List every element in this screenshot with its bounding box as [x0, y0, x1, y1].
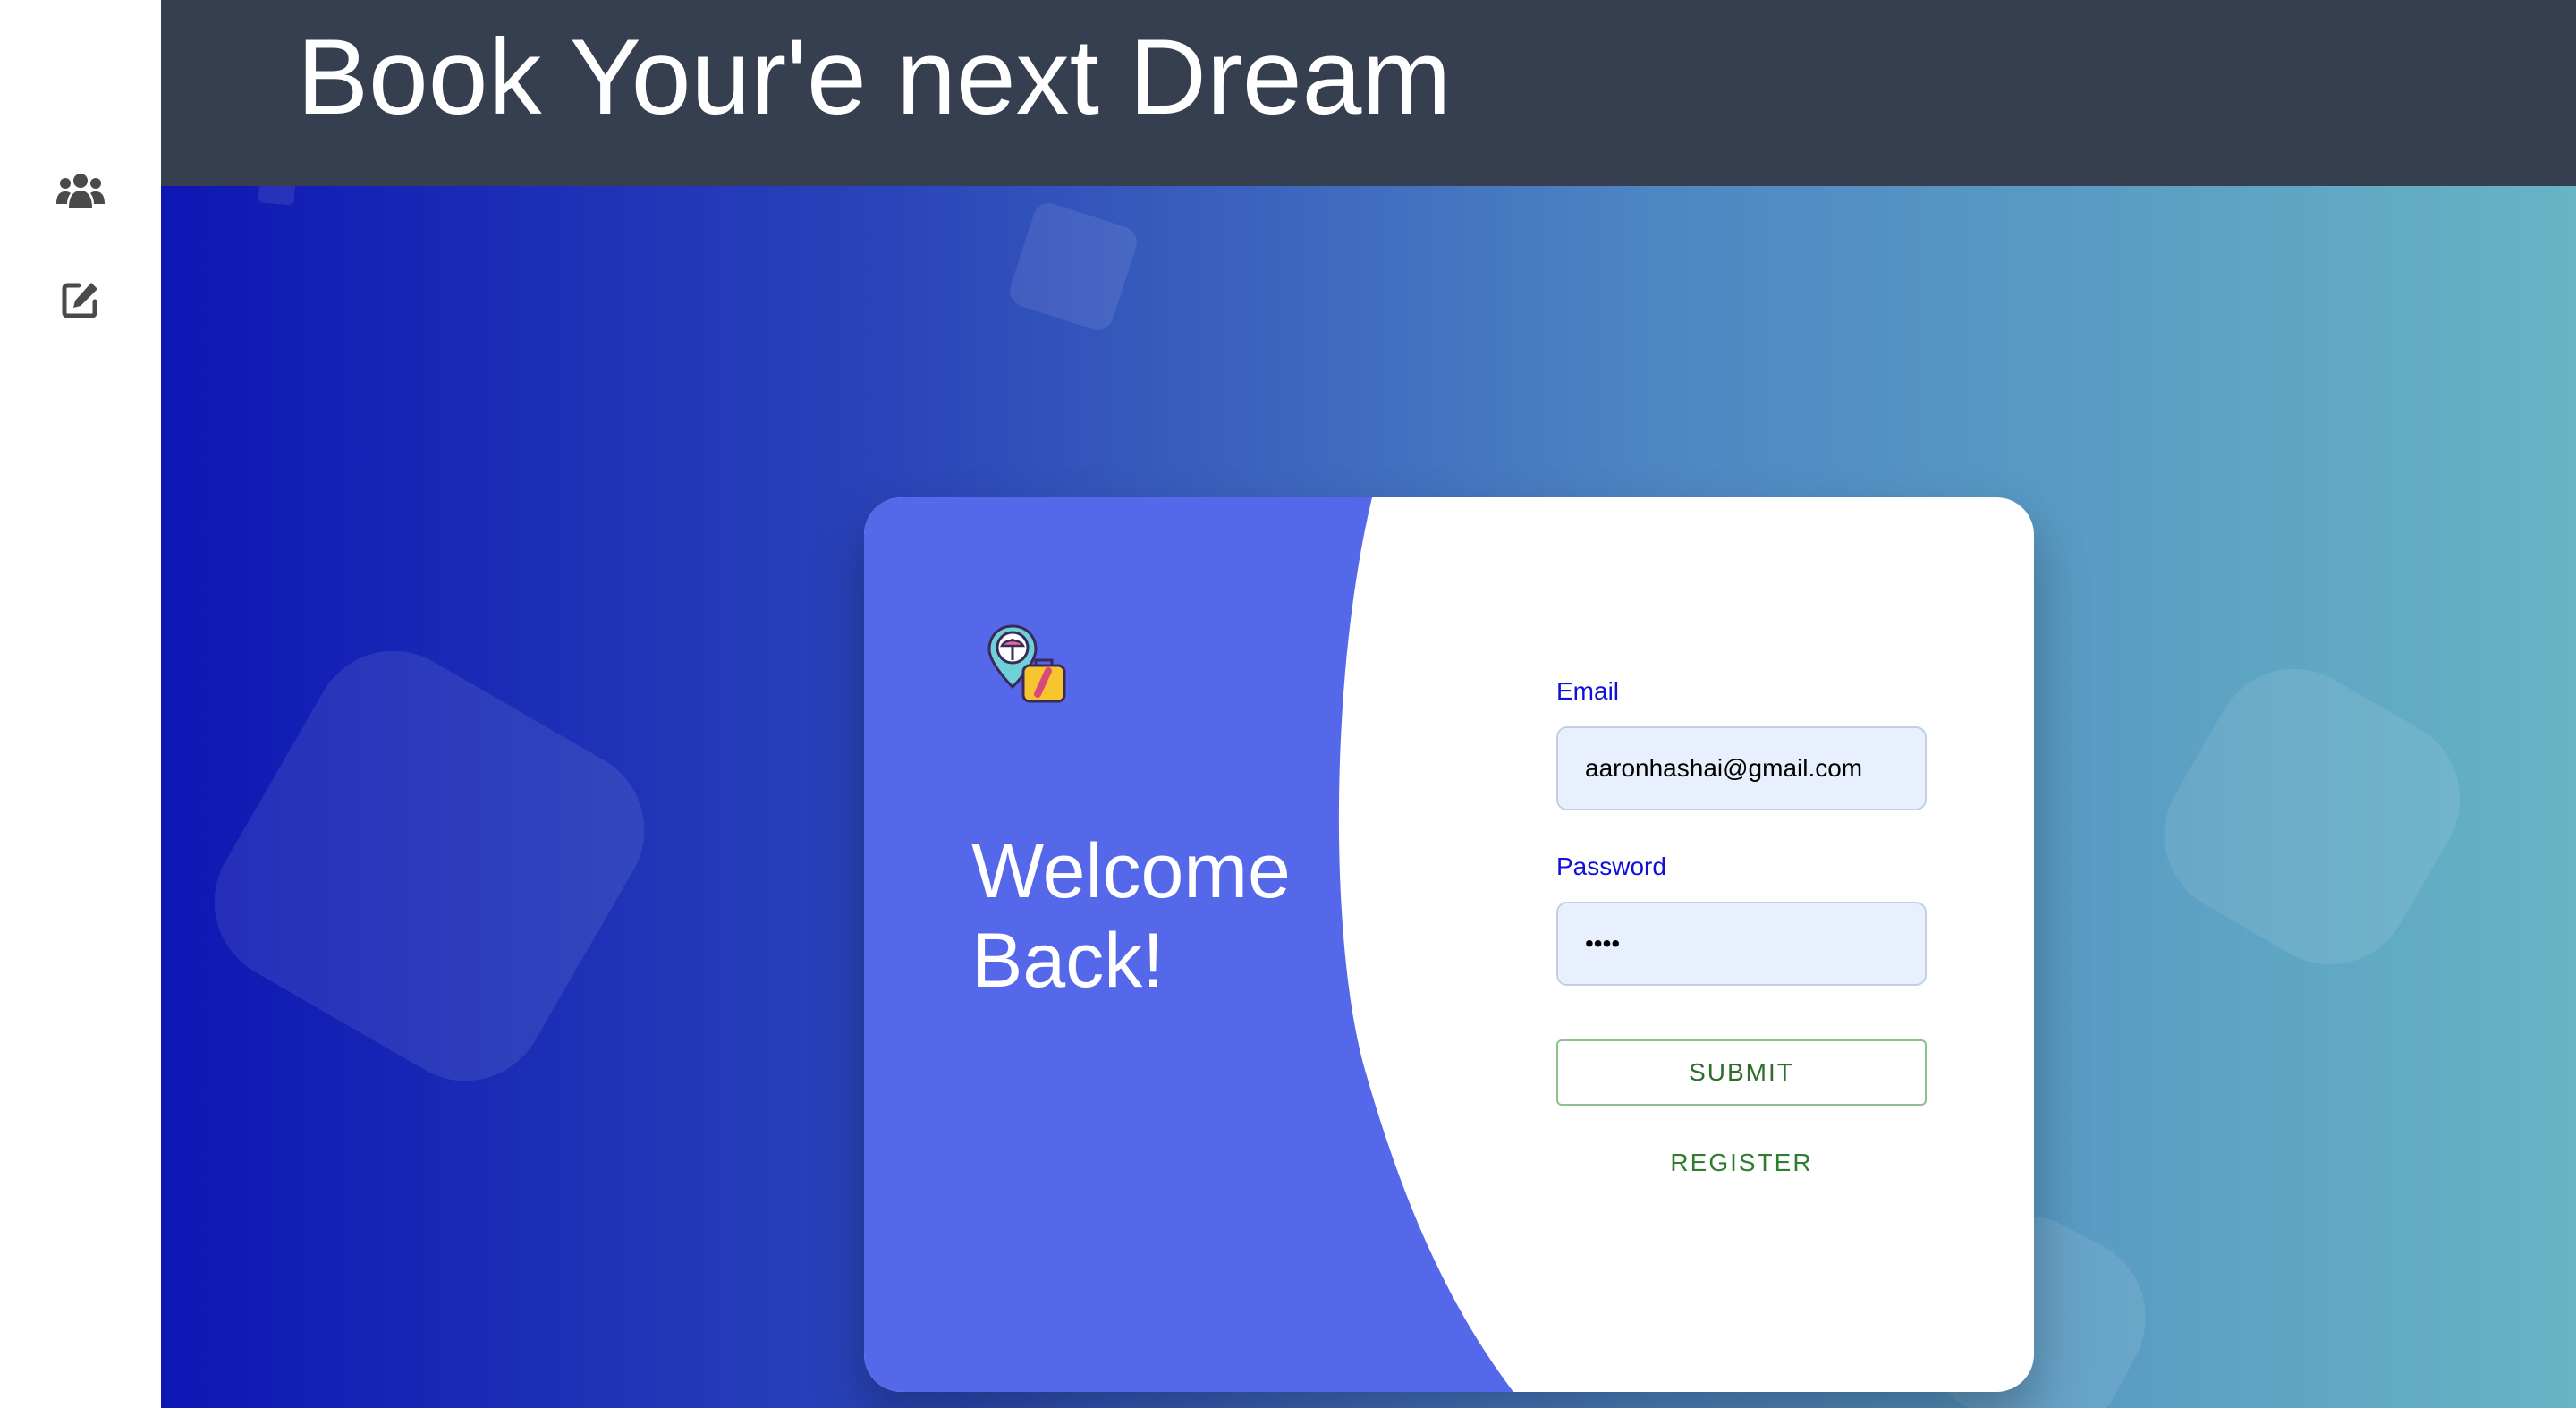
decorative-shape [2134, 639, 2490, 995]
sidebar [0, 0, 161, 1408]
edit-icon[interactable] [55, 277, 106, 322]
password-label: Password [1556, 852, 1666, 880]
app-header: Book Your'e next Dream [161, 0, 2576, 186]
page-title: Book Your'e next Dream [297, 17, 1452, 137]
email-label: Email [1556, 677, 1620, 705]
travel-location-luggage-icon [986, 623, 1075, 712]
login-card: Welcome Back! Email Password SUBMIT REGI… [864, 497, 2034, 1392]
welcome-line-1: Welcome [971, 828, 1291, 914]
login-form: Email Password SUBMIT REGISTER [1556, 676, 1928, 1177]
decorative-shape [184, 621, 674, 1111]
decorative-shape [1005, 199, 1141, 335]
password-field[interactable] [1556, 902, 1927, 986]
welcome-line-2: Back! [971, 918, 1165, 1004]
submit-button[interactable]: SUBMIT [1556, 1039, 1927, 1106]
users-icon[interactable] [55, 168, 106, 213]
register-button[interactable]: REGISTER [1556, 1149, 1927, 1177]
welcome-heading: Welcome Back! [971, 827, 1347, 1005]
login-background: Welcome Back! Email Password SUBMIT REGI… [161, 186, 2576, 1408]
decorative-shape [258, 186, 297, 206]
email-field[interactable] [1556, 726, 1927, 810]
